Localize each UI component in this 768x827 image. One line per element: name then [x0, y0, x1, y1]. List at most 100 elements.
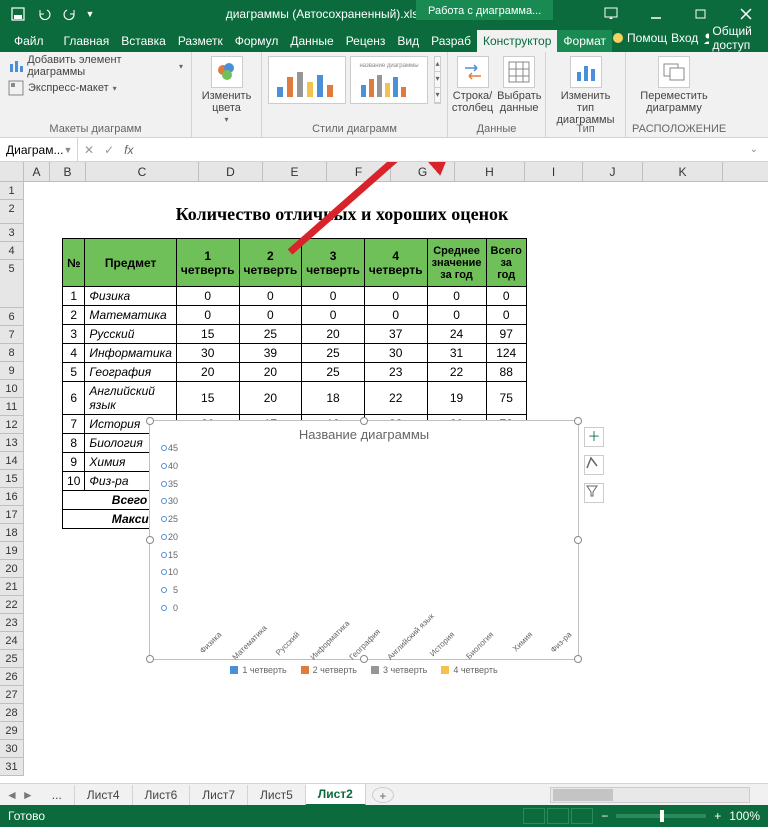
tab-Реценз[interactable]: Реценз [340, 30, 392, 52]
table-row[interactable]: 6Английский язык152018221975 [63, 382, 527, 415]
enter-formula-icon[interactable]: ✓ [104, 143, 114, 157]
table-row[interactable]: 2Математика000000 [63, 306, 527, 325]
chart-styles-gallery[interactable]: название диаграммы [268, 56, 428, 104]
table-row[interactable]: 3Русский152520372497 [63, 325, 527, 344]
save-icon[interactable] [6, 3, 30, 25]
row-header[interactable]: 14 [0, 452, 24, 470]
move-chart-button[interactable]: Переместить диаграмму [632, 56, 716, 114]
row-header[interactable]: 4 [0, 242, 24, 260]
col-header[interactable]: A [24, 162, 50, 181]
sheet-tab[interactable]: Лист6 [133, 785, 191, 805]
share-button[interactable]: Общий доступ [702, 24, 760, 52]
tab-constructor[interactable]: Конструктор [477, 30, 557, 52]
col-header[interactable]: I [525, 162, 583, 181]
add-sheet-button[interactable]: + [372, 787, 394, 803]
change-colors-button[interactable]: Изменить цвета▾ [198, 56, 255, 126]
col-header[interactable]: C [86, 162, 199, 181]
row-header[interactable]: 6 [0, 308, 24, 326]
login-link[interactable]: Вход [671, 31, 698, 45]
row-header[interactable]: 20 [0, 560, 24, 578]
cancel-formula-icon[interactable]: ✕ [84, 143, 94, 157]
sheet-tab[interactable]: Лист5 [248, 785, 306, 805]
zoom-level[interactable]: 100% [729, 809, 760, 823]
sheet-tab-hidden[interactable]: ... [40, 785, 75, 805]
chart-styles-button[interactable] [584, 455, 604, 475]
tab-Вид[interactable]: Вид [391, 30, 425, 52]
view-normal-button[interactable] [523, 808, 545, 824]
add-chart-element-button[interactable]: Добавить элемент диаграммы▾ [6, 56, 185, 76]
tab-Данные[interactable]: Данные [284, 30, 339, 52]
row-header[interactable]: 17 [0, 506, 24, 524]
col-header[interactable]: J [583, 162, 643, 181]
legend-item[interactable]: 2 четверть [301, 665, 357, 675]
tab-Главная[interactable]: Главная [58, 30, 116, 52]
tab-Разметк[interactable]: Разметк [172, 30, 229, 52]
col-header[interactable]: E [263, 162, 327, 181]
select-data-button[interactable]: Выбрать данные [497, 56, 541, 114]
switch-row-column-button[interactable]: Строка/ столбец [452, 56, 493, 114]
gallery-scroll[interactable]: ▴▾▾ [434, 56, 441, 104]
row-header[interactable]: 10 [0, 380, 24, 398]
qat-dropdown-icon[interactable]: ▼ [84, 3, 96, 25]
sheet-nav-prev[interactable]: ◄ [6, 788, 18, 802]
row-header[interactable]: 16 [0, 488, 24, 506]
sheet-tab-active[interactable]: Лист2 [306, 784, 366, 806]
redo-icon[interactable] [58, 3, 82, 25]
row-header[interactable]: 22 [0, 596, 24, 614]
row-header[interactable]: 19 [0, 542, 24, 560]
row-header[interactable]: 31 [0, 758, 24, 776]
zoom-slider[interactable] [616, 814, 706, 818]
row-header[interactable]: 1 [0, 182, 24, 200]
col-header[interactable]: G [391, 162, 455, 181]
legend-item[interactable]: 4 четверть [441, 665, 497, 675]
zoom-in-button[interactable]: + [714, 809, 721, 823]
legend-item[interactable]: 1 четверть [230, 665, 286, 675]
tab-Вставка[interactable]: Вставка [115, 30, 172, 52]
col-header[interactable]: B [50, 162, 86, 181]
row-header[interactable]: 25 [0, 650, 24, 668]
select-all-corner[interactable] [0, 162, 24, 181]
row-header[interactable]: 18 [0, 524, 24, 542]
row-header[interactable]: 28 [0, 704, 24, 722]
col-header[interactable]: H [455, 162, 525, 181]
embedded-chart[interactable]: Название диаграммы 454035302520151050 Фи… [149, 420, 579, 660]
name-box[interactable]: Диаграм...▼ [0, 138, 78, 161]
change-chart-type-button[interactable]: Изменить тип диаграммы [552, 56, 619, 126]
row-header[interactable]: 26 [0, 668, 24, 686]
tab-format[interactable]: Формат [557, 30, 612, 52]
zoom-out-button[interactable]: − [601, 809, 608, 823]
view-page-layout-button[interactable] [547, 808, 569, 824]
row-header[interactable]: 21 [0, 578, 24, 596]
view-page-break-button[interactable] [571, 808, 593, 824]
expand-formula-bar-icon[interactable]: ⌄ [750, 144, 758, 155]
horizontal-scrollbar[interactable] [550, 787, 750, 803]
row-header[interactable]: 15 [0, 470, 24, 488]
tab-Формул[interactable]: Формул [229, 30, 285, 52]
row-header[interactable]: 3 [0, 224, 24, 242]
table-row[interactable]: 4Информатика3039253031124 [63, 344, 527, 363]
tab-file[interactable]: Файл [0, 30, 58, 52]
chart-elements-button[interactable]: ＋ [584, 427, 604, 447]
row-header[interactable]: 2 [0, 200, 24, 224]
tell-me-icon[interactable]: Помощ [612, 31, 667, 45]
row-header[interactable]: 9 [0, 362, 24, 380]
express-layout-button[interactable]: Экспресс-макет▾ [6, 78, 185, 98]
row-header[interactable]: 29 [0, 722, 24, 740]
tab-Разраб[interactable]: Разраб [425, 30, 477, 52]
row-header[interactable]: 23 [0, 614, 24, 632]
row-header[interactable]: 30 [0, 740, 24, 758]
row-header[interactable]: 24 [0, 632, 24, 650]
row-header[interactable]: 13 [0, 434, 24, 452]
row-header[interactable]: 27 [0, 686, 24, 704]
row-header[interactable]: 11 [0, 398, 24, 416]
row-header[interactable]: 5 [0, 260, 24, 308]
sheet-tab[interactable]: Лист4 [75, 785, 133, 805]
chart-title[interactable]: Название диаграммы [150, 427, 578, 442]
table-row[interactable]: 1Физика000000 [63, 287, 527, 306]
row-header[interactable]: 7 [0, 326, 24, 344]
col-header[interactable]: K [643, 162, 723, 181]
col-header[interactable]: D [199, 162, 263, 181]
sheet-tab[interactable]: Лист7 [190, 785, 248, 805]
col-header[interactable]: F [327, 162, 391, 181]
undo-icon[interactable] [32, 3, 56, 25]
